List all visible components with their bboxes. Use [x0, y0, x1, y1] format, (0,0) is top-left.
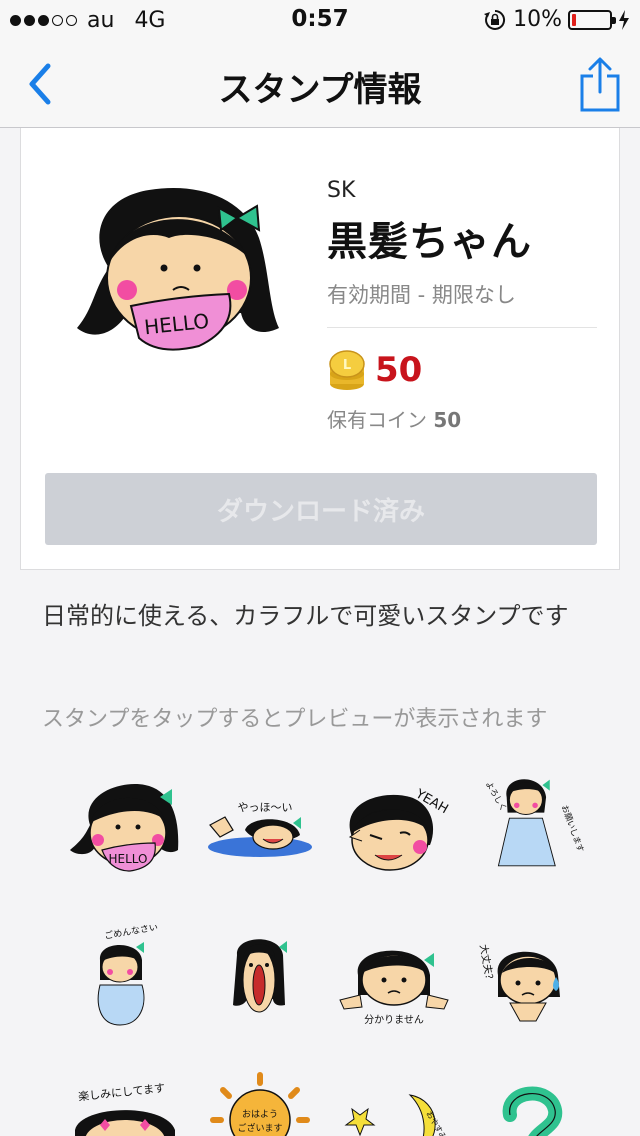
- share-icon[interactable]: [578, 56, 622, 114]
- svg-text:分かりません: 分かりません: [364, 1014, 424, 1026]
- main-sticker-image: HELLO: [77, 188, 279, 351]
- battery-icon: [568, 9, 616, 30]
- sticker-tanoshimi[interactable]: 楽しみにしてます: [60, 1070, 190, 1136]
- sticker-title: 黒髪ちゃん: [327, 219, 532, 265]
- svg-text:L: L: [343, 358, 351, 373]
- battery-percent: 10%: [513, 7, 562, 32]
- validity-period: 有効期間 - 期限なし: [327, 279, 597, 328]
- svg-text:楽しみにしてます: 楽しみにしてます: [78, 1082, 166, 1104]
- owned-coins-label: 保有コイン: [327, 408, 427, 432]
- status-bar: au 4G 0:57 10%: [0, 0, 640, 40]
- sticker-author[interactable]: SK: [327, 178, 597, 203]
- svg-text:HELLO: HELLO: [109, 852, 148, 866]
- svg-text:大丈夫？: 大丈夫？: [477, 943, 497, 985]
- sticker-shocked[interactable]: [195, 925, 325, 1035]
- sticker-wakarimasen[interactable]: 分かりません: [330, 925, 460, 1035]
- svg-text:ございます: ございます: [237, 1122, 282, 1134]
- sticker-gomennasai[interactable]: ごめんなさい: [60, 925, 190, 1035]
- sticker-oyasumi[interactable]: おやすみ: [330, 1065, 460, 1136]
- owned-coins-value: 50: [433, 408, 462, 432]
- sticker-question[interactable]: [460, 1065, 590, 1136]
- preview-hint: スタンプをタップするとプレビューが表示されます: [42, 707, 548, 732]
- sticker-info-card: HELLO SK 黒髪ちゃん 有効期間 - 期限なし L 50 保有コイン 50…: [20, 128, 620, 570]
- sticker-yahho[interactable]: やっほ〜い: [195, 775, 325, 885]
- svg-text:ごめんなさい: ごめんなさい: [103, 925, 158, 942]
- rotation-lock-icon: [484, 9, 506, 30]
- coin-icon: L: [329, 350, 365, 390]
- sticker-ohayou[interactable]: おはよう ございます: [195, 1065, 325, 1136]
- download-button[interactable]: ダウンロード済み: [45, 473, 597, 545]
- svg-text:よろしく: よろしく: [484, 779, 509, 813]
- svg-text:やっほ〜い: やっほ〜い: [238, 801, 293, 814]
- sticker-description: 日常的に使える、カラフルで可愛いスタンプです: [42, 602, 569, 630]
- svg-text:お願いします: お願いします: [560, 804, 586, 854]
- price-value: 50: [375, 350, 423, 390]
- charging-bolt-icon: [619, 9, 629, 30]
- svg-text:おはよう: おはよう: [242, 1109, 278, 1120]
- navigation-bar: スタンプ情報: [0, 40, 640, 128]
- sticker-hello[interactable]: HELLO: [60, 775, 190, 885]
- owned-coins: 保有コイン 50: [327, 404, 597, 433]
- sticker-yoroshiku[interactable]: よろしく お願いします: [460, 765, 590, 875]
- sticker-daijoubu[interactable]: 大丈夫？: [460, 925, 590, 1035]
- page-title: スタンプ情報: [218, 70, 422, 110]
- sticker-yeah[interactable]: YEAH: [330, 775, 460, 885]
